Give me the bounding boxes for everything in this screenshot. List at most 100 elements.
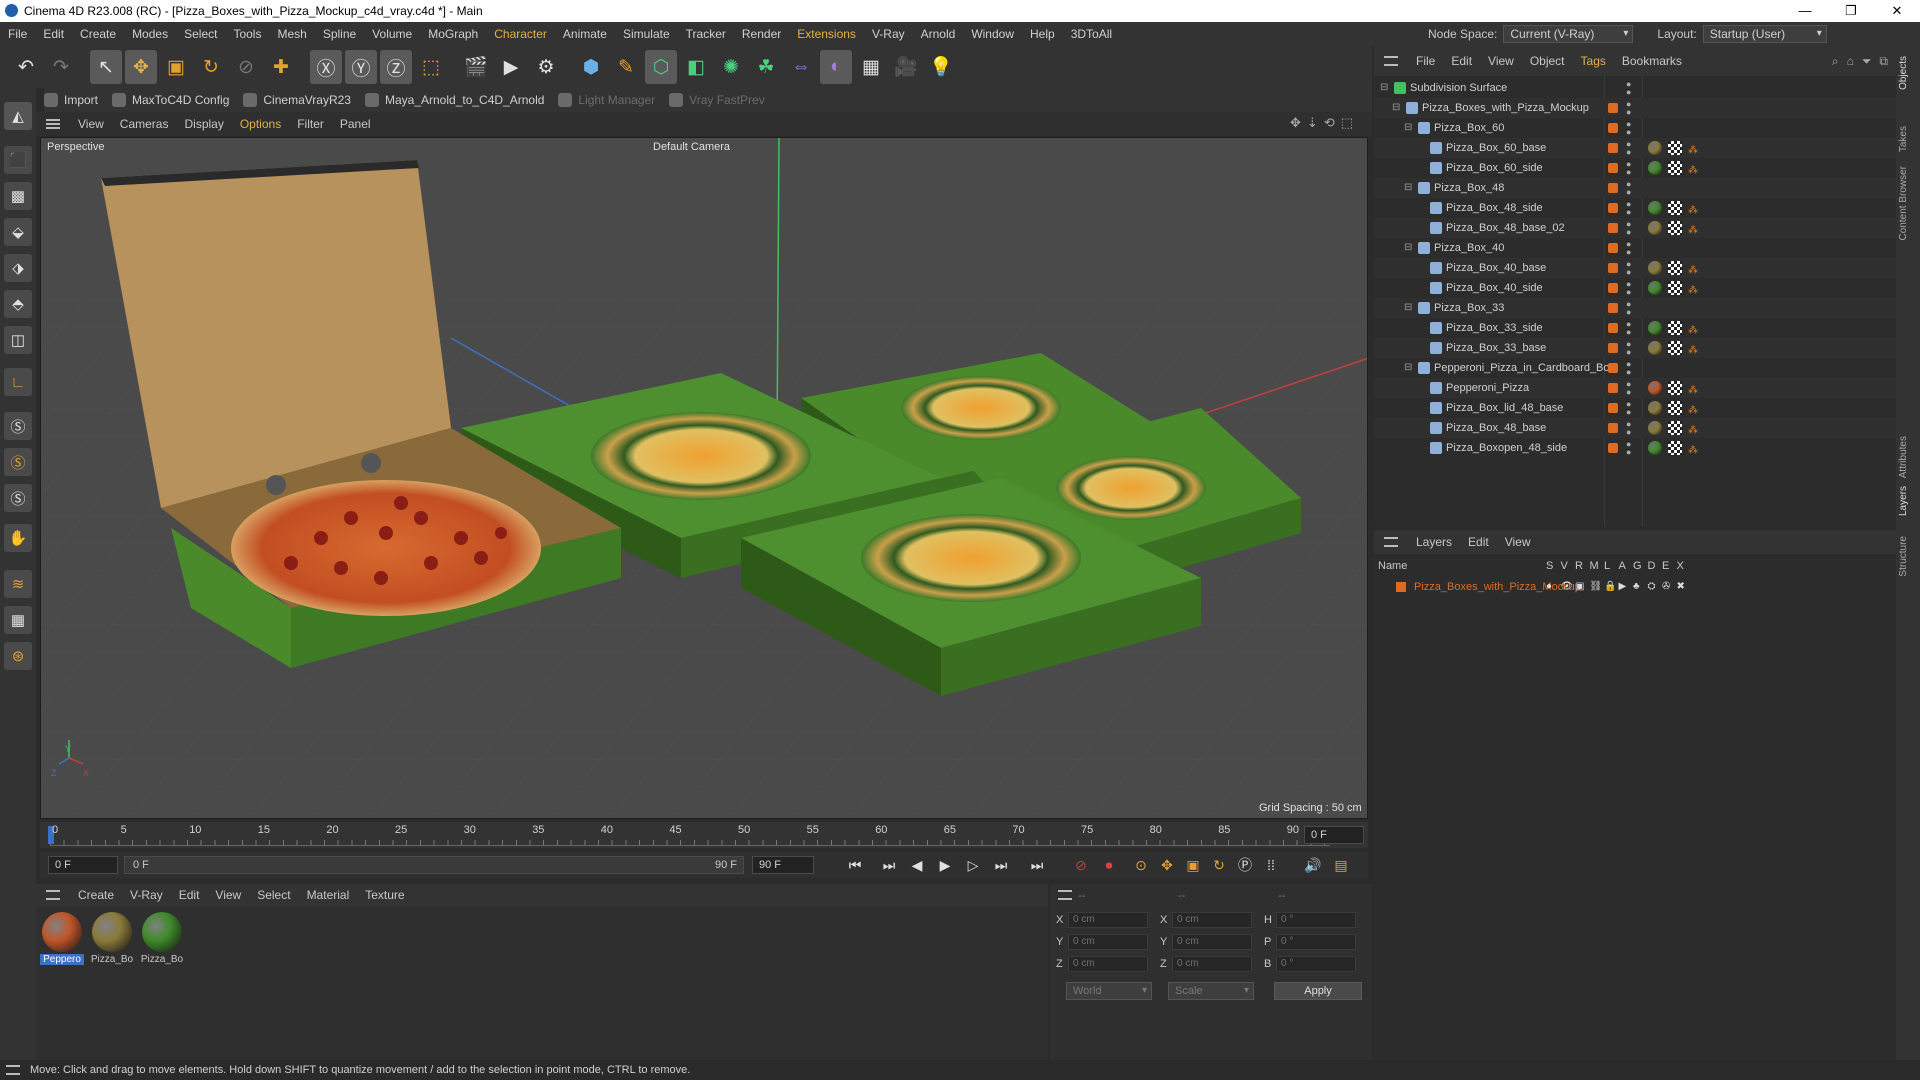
layer-flag-icon[interactable]: ⛓: [1590, 578, 1603, 596]
size-field[interactable]: 0 cm: [1172, 912, 1252, 928]
material-swatch[interactable]: Pizza_Bo: [140, 910, 184, 965]
parameter-key-icon[interactable]: Ⓟ: [1234, 854, 1256, 876]
texture-mode-icon[interactable]: ▩: [4, 182, 32, 210]
material-menu-select[interactable]: Select: [249, 888, 298, 902]
object-row[interactable]: ⊟ Pizza_Box_48 ● ●: [1374, 178, 1896, 198]
object-row[interactable]: Pizza_Box_33_base ● ● ⁂: [1374, 338, 1896, 358]
select-tool-icon[interactable]: ↖: [90, 50, 122, 84]
side-tab-structure[interactable]: Structure: [1898, 536, 1909, 577]
visibility-dots-icon[interactable]: ● ●: [1626, 440, 1631, 457]
status-hamburger-icon[interactable]: [6, 1065, 20, 1075]
layer-row[interactable]: Pizza_Boxes_with_Pizza_Mockup ● 👁 ▣ ⛓ 🔒 ▶ ♣ ⛭ ✇ ✖: [1374, 578, 1896, 596]
search-icon[interactable]: ⌕: [1832, 54, 1839, 69]
object-row[interactable]: Pizza_Box_60_side ● ● ⁂: [1374, 158, 1896, 178]
material-menu-v-ray[interactable]: V-Ray: [122, 888, 171, 902]
material-menu-view[interactable]: View: [207, 888, 249, 902]
start-frame-field[interactable]: 0 F: [48, 856, 118, 874]
menu-character[interactable]: Character: [486, 22, 555, 46]
visibility-dots-icon[interactable]: ● ●: [1626, 300, 1631, 317]
plugin-maxtoc4d-config[interactable]: MaxToC4D Config: [112, 93, 229, 107]
x-axis-lock-icon[interactable]: Ⓧ: [310, 50, 342, 84]
go-to-end-icon[interactable]: ⏭: [1026, 854, 1048, 876]
visibility-dots-icon[interactable]: ● ●: [1626, 260, 1631, 277]
uv-tag-icon[interactable]: [1668, 281, 1682, 295]
menu-window[interactable]: Window: [963, 22, 1022, 46]
uv-tag-icon[interactable]: [1668, 401, 1682, 415]
object-menu-edit[interactable]: Edit: [1443, 54, 1480, 68]
generator-icon[interactable]: ◧: [680, 50, 712, 84]
model-mode-icon[interactable]: ⬛: [4, 146, 32, 174]
uv-tag-icon[interactable]: [1668, 421, 1682, 435]
render-settings-icon[interactable]: ⚙: [530, 50, 562, 84]
layer-flag-icon[interactable]: ▣: [1575, 578, 1584, 596]
material-tag-icon[interactable]: [1648, 341, 1662, 355]
expand-toggle-icon[interactable]: ⊟: [1380, 78, 1388, 98]
menu-3dtoall[interactable]: 3DToAll: [1063, 22, 1120, 46]
expand-toggle-icon[interactable]: ⊟: [1404, 178, 1412, 198]
expand-toggle-icon[interactable]: ⊟: [1404, 358, 1412, 378]
object-row[interactable]: Pizza_Box_40_side ● ● ⁂: [1374, 278, 1896, 298]
visibility-dots-icon[interactable]: ● ●: [1626, 200, 1631, 217]
new-window-icon[interactable]: ⧉: [1879, 54, 1888, 69]
side-tab-takes[interactable]: Takes: [1898, 126, 1909, 152]
visibility-dots-icon[interactable]: ● ●: [1626, 400, 1631, 417]
menu-edit[interactable]: Edit: [35, 22, 72, 46]
grid-layer-icon[interactable]: ≋: [4, 570, 32, 598]
go-to-start-icon[interactable]: ⏮: [844, 854, 866, 876]
expand-toggle-icon[interactable]: ⊟: [1392, 98, 1400, 118]
viewport-3d[interactable]: Perspective Default Camera Grid Spacing …: [40, 137, 1368, 819]
pan-icon[interactable]: ✥: [1290, 115, 1301, 131]
visibility-dots-icon[interactable]: ● ●: [1626, 280, 1631, 297]
material-tag-icon[interactable]: [1648, 161, 1662, 175]
apply-button[interactable]: Apply: [1274, 982, 1362, 1000]
uv-tag-icon[interactable]: [1668, 141, 1682, 155]
workplane-lock-icon[interactable]: ⊛: [4, 642, 32, 670]
cloner-icon[interactable]: ✺: [715, 50, 747, 84]
z-axis-lock-icon[interactable]: Ⓩ: [380, 50, 412, 84]
material-tag-icon[interactable]: [1648, 421, 1662, 435]
size-field[interactable]: 0 cm: [1172, 956, 1252, 972]
scale-tool-icon[interactable]: ▣: [160, 50, 192, 84]
pos-field[interactable]: 0 cm: [1068, 934, 1148, 950]
uv-tag-icon[interactable]: [1668, 321, 1682, 335]
spline-icon[interactable]: ◐: [820, 50, 852, 84]
snap-settings-icon[interactable]: Ⓢ: [4, 448, 32, 476]
viewport-menu-display[interactable]: Display: [176, 117, 231, 131]
minimize-button[interactable]: —: [1782, 0, 1828, 22]
pos-field[interactable]: 0 cm: [1068, 912, 1148, 928]
record-keys-icon[interactable]: ⊘: [1070, 854, 1092, 876]
expand-toggle-icon[interactable]: ⊟: [1404, 238, 1412, 258]
viewport-hamburger-icon[interactable]: [46, 119, 60, 129]
side-tab-content-browser[interactable]: Content Browser: [1898, 166, 1909, 240]
material-tag-icon[interactable]: [1648, 441, 1662, 455]
object-hamburger-icon[interactable]: [1384, 56, 1398, 66]
snap-icon[interactable]: Ⓢ: [4, 412, 32, 440]
material-tag-icon[interactable]: [1648, 281, 1662, 295]
coordinate-system-icon[interactable]: ⬚: [415, 50, 447, 84]
material-menu-create[interactable]: Create: [70, 888, 122, 902]
object-row[interactable]: Pizza_Box_48_side ● ● ⁂: [1374, 198, 1896, 218]
menu-animate[interactable]: Animate: [555, 22, 615, 46]
subdivision-icon[interactable]: ⬡: [645, 50, 677, 84]
visibility-dots-icon[interactable]: ● ●: [1626, 360, 1631, 377]
rotate-tool-icon[interactable]: ↻: [195, 50, 227, 84]
axis-mode-icon[interactable]: ∟: [4, 368, 32, 396]
pos-field[interactable]: 0 cm: [1068, 956, 1148, 972]
cube-icon[interactable]: ⬢: [575, 50, 607, 84]
max-frame-field[interactable]: 90 F: [752, 856, 814, 874]
play-icon[interactable]: ▶: [934, 854, 956, 876]
pen-tool-icon[interactable]: ✎: [610, 50, 642, 84]
redo-icon[interactable]: ↷: [45, 50, 77, 84]
viewport-menu-filter[interactable]: Filter: [289, 117, 332, 131]
uv-tag-icon[interactable]: [1668, 161, 1682, 175]
menu-tools[interactable]: Tools: [225, 22, 269, 46]
object-row[interactable]: ⊟ Subdivision Surface ● ●: [1374, 78, 1896, 98]
visibility-dots-icon[interactable]: ● ●: [1626, 180, 1631, 197]
side-tab-layers[interactable]: Layers: [1898, 486, 1909, 516]
visibility-dots-icon[interactable]: ● ●: [1626, 420, 1631, 437]
object-menu-view[interactable]: View: [1480, 54, 1522, 68]
position-key-icon[interactable]: ✥: [1156, 854, 1178, 876]
auto-key-icon[interactable]: ⏺: [1098, 854, 1120, 876]
material-swatch[interactable]: Pizza_Bo: [90, 910, 134, 965]
layer-flag-icon[interactable]: 👁: [1561, 578, 1574, 596]
